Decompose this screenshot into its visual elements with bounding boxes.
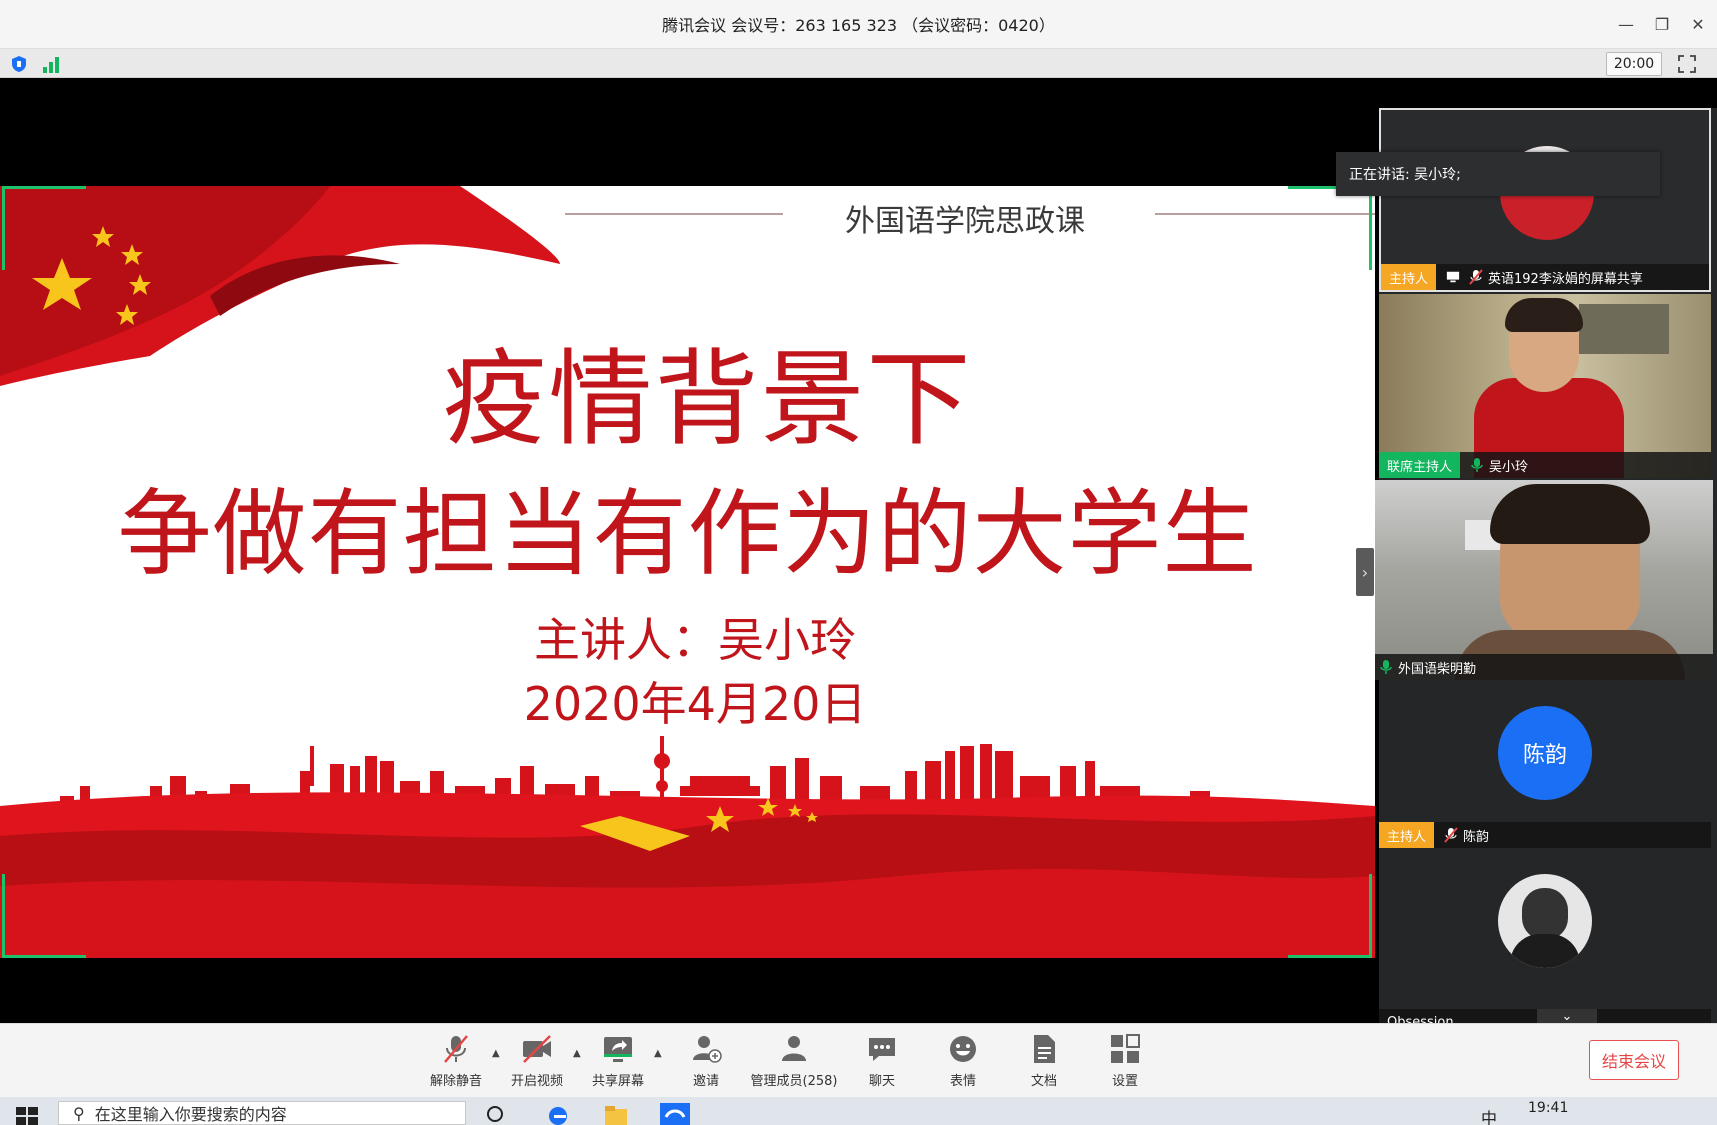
video-button[interactable]: 开启视频 <box>497 1032 577 1092</box>
participant-namebar: 主持人 英语192李泳娟的屏幕共享 <box>1381 264 1709 290</box>
invite-button[interactable]: 邀请 <box>666 1032 746 1092</box>
participant-namebar: 外国语柴明勤 <box>1375 654 1713 680</box>
settings-label: 设置 <box>1111 1074 1138 1089</box>
chat-icon <box>869 1038 895 1061</box>
window-controls: — ❐ ✕ <box>1617 0 1707 48</box>
meeting-timer: 20:00 <box>1606 52 1662 76</box>
mic-active-icon <box>1471 458 1483 472</box>
documents-button[interactable]: 文档 <box>1004 1032 1084 1092</box>
participant-tile[interactable]: Obsession ⌄ <box>1379 852 1711 1023</box>
file-explorer-icon[interactable] <box>603 1103 629 1125</box>
mic-muted-icon <box>444 1035 468 1063</box>
participant-namebar: 主持人 陈韵 <box>1379 822 1711 848</box>
minimize-button[interactable]: — <box>1617 15 1635 34</box>
participant-name: Obsession <box>1387 1014 1454 1024</box>
participant-tile[interactable]: 主持人 英语192李泳娟的屏幕共享 <box>1379 108 1711 292</box>
share-screen-icon <box>604 1037 632 1062</box>
participant-name: 外国语柴明勤 <box>1398 661 1477 677</box>
share-options-caret[interactable]: ▲ <box>654 1048 662 1059</box>
emoji-button[interactable]: 表情 <box>923 1032 1003 1092</box>
share-corner-bottom-right <box>1288 874 1372 958</box>
security-shield-icon[interactable] <box>10 55 28 73</box>
tencent-meeting-icon[interactable] <box>660 1103 690 1125</box>
window-title: 腾讯会议 会议号：263 165 323 （会议密码：0420） <box>662 16 1055 35</box>
manage-members-label: 管理成员(258) <box>750 1074 838 1089</box>
avatar <box>1498 874 1592 968</box>
fullscreen-icon[interactable] <box>1677 54 1697 74</box>
screen-share-icon <box>1446 271 1460 283</box>
slide-main-title-line1: 疫情背景下 <box>442 338 973 460</box>
mic-muted-icon <box>1469 269 1483 285</box>
cohost-badge: 联席主持人 <box>1379 452 1461 478</box>
settings-button[interactable]: 设置 <box>1085 1032 1165 1092</box>
meeting-info-bar: 20:00 <box>0 48 1717 78</box>
host-badge: 主持人 <box>1379 822 1435 848</box>
emoji-label: 表情 <box>949 1074 976 1089</box>
title-divider-left <box>565 213 783 215</box>
ime-indicator[interactable]: 中 <box>1481 1105 1497 1125</box>
share-screen-label: 共享屏幕 <box>591 1074 644 1089</box>
search-icon: ⚲ <box>73 1103 85 1123</box>
participant-name: 吴小玲 <box>1489 459 1529 475</box>
participant-tile[interactable]: 联席主持人 吴小玲 <box>1379 294 1711 478</box>
meeting-toolbar: 解除静音 ▲ 开启视频 ▲ 共享屏幕 ▲ 邀请 管理成员(258) 聊天 表情 <box>0 1023 1717 1097</box>
share-screen-button[interactable]: 共享屏幕 <box>578 1032 658 1092</box>
end-meeting-button[interactable]: 结束会议 <box>1589 1040 1679 1080</box>
close-button[interactable]: ✕ <box>1689 15 1707 34</box>
windows-start-icon[interactable] <box>16 1105 38 1125</box>
members-icon <box>782 1036 806 1061</box>
share-corner-top-right <box>1288 186 1372 270</box>
participant-namebar: 联席主持人 吴小玲 <box>1379 452 1711 478</box>
speaking-indicator: 正在讲话: 吴小玲; <box>1336 152 1660 196</box>
documents-label: 文档 <box>1030 1074 1057 1089</box>
chat-button[interactable]: 聊天 <box>842 1032 922 1092</box>
emoji-icon <box>950 1036 976 1062</box>
share-corner-top-left <box>2 186 86 270</box>
collapse-panel-button[interactable]: › <box>1356 548 1374 596</box>
windows-taskbar: ⚲ 在这里输入你要搜索的内容 中 19:41 <box>0 1097 1717 1125</box>
edge-browser-icon[interactable] <box>545 1103 571 1125</box>
presentation-slide: 外国语学院思政课 疫情背景下 争做有担当有作为的大学生 主讲人：吴小玲 2020… <box>0 186 1375 958</box>
slide-speaker: 主讲人：吴小玲 <box>534 613 856 667</box>
taskbar-clock[interactable]: 19:41 <box>1528 1100 1568 1116</box>
slide-main-title-line2: 争做有担当有作为的大学生 <box>117 480 1258 589</box>
add-user-icon <box>693 1036 722 1063</box>
chevron-down-icon[interactable]: ⌄ <box>1537 1009 1597 1023</box>
participant-name: 陈韵 <box>1463 829 1490 845</box>
taskbar-search-input[interactable]: ⚲ 在这里输入你要搜索的内容 <box>58 1101 466 1125</box>
search-placeholder: 在这里输入你要搜索的内容 <box>94 1105 287 1124</box>
manage-members-button[interactable]: 管理成员(258) <box>751 1032 837 1092</box>
chat-label: 聊天 <box>868 1074 895 1089</box>
camera-off-icon <box>523 1035 551 1063</box>
unmute-label: 解除静音 <box>429 1074 482 1089</box>
unmute-button[interactable]: 解除静音 <box>416 1032 496 1092</box>
mic-muted-icon <box>1444 827 1458 843</box>
host-badge: 主持人 <box>1381 264 1437 290</box>
meeting-window: 腾讯会议 会议号：263 165 323 （会议密码：0420） — ❐ ✕ 2… <box>0 0 1717 1125</box>
mic-active-icon <box>1380 660 1392 674</box>
chevron-right-icon: › <box>1361 562 1369 582</box>
slide-date: 2020年4月20日 <box>523 677 867 731</box>
participant-tile[interactable]: 外国语柴明勤 <box>1375 480 1713 680</box>
participant-video-panel: 主持人 英语192李泳娟的屏幕共享 联席主持人 吴小玲 外国语柴明勤 陈韵 主持… <box>1375 108 1717 1023</box>
participant-name: 英语192李泳娟的屏幕共享 <box>1488 271 1643 287</box>
share-corner-bottom-left <box>2 874 86 958</box>
participant-namebar: Obsession ⌄ <box>1379 1009 1711 1023</box>
settings-grid-icon <box>1111 1034 1140 1063</box>
restore-button[interactable]: ❐ <box>1653 15 1671 34</box>
participant-tile[interactable]: 陈韵 主持人 陈韵 <box>1379 684 1711 848</box>
document-icon <box>1034 1035 1055 1063</box>
avatar: 陈韵 <box>1498 706 1592 800</box>
signal-strength-icon[interactable] <box>42 55 62 73</box>
video-label: 开启视频 <box>510 1074 563 1089</box>
invite-label: 邀请 <box>692 1074 719 1089</box>
task-view-icon[interactable] <box>482 1103 508 1125</box>
course-title: 外国语学院思政课 <box>845 204 1085 239</box>
title-bar: 腾讯会议 会议号：263 165 323 （会议密码：0420） — ❐ ✕ <box>0 0 1717 48</box>
